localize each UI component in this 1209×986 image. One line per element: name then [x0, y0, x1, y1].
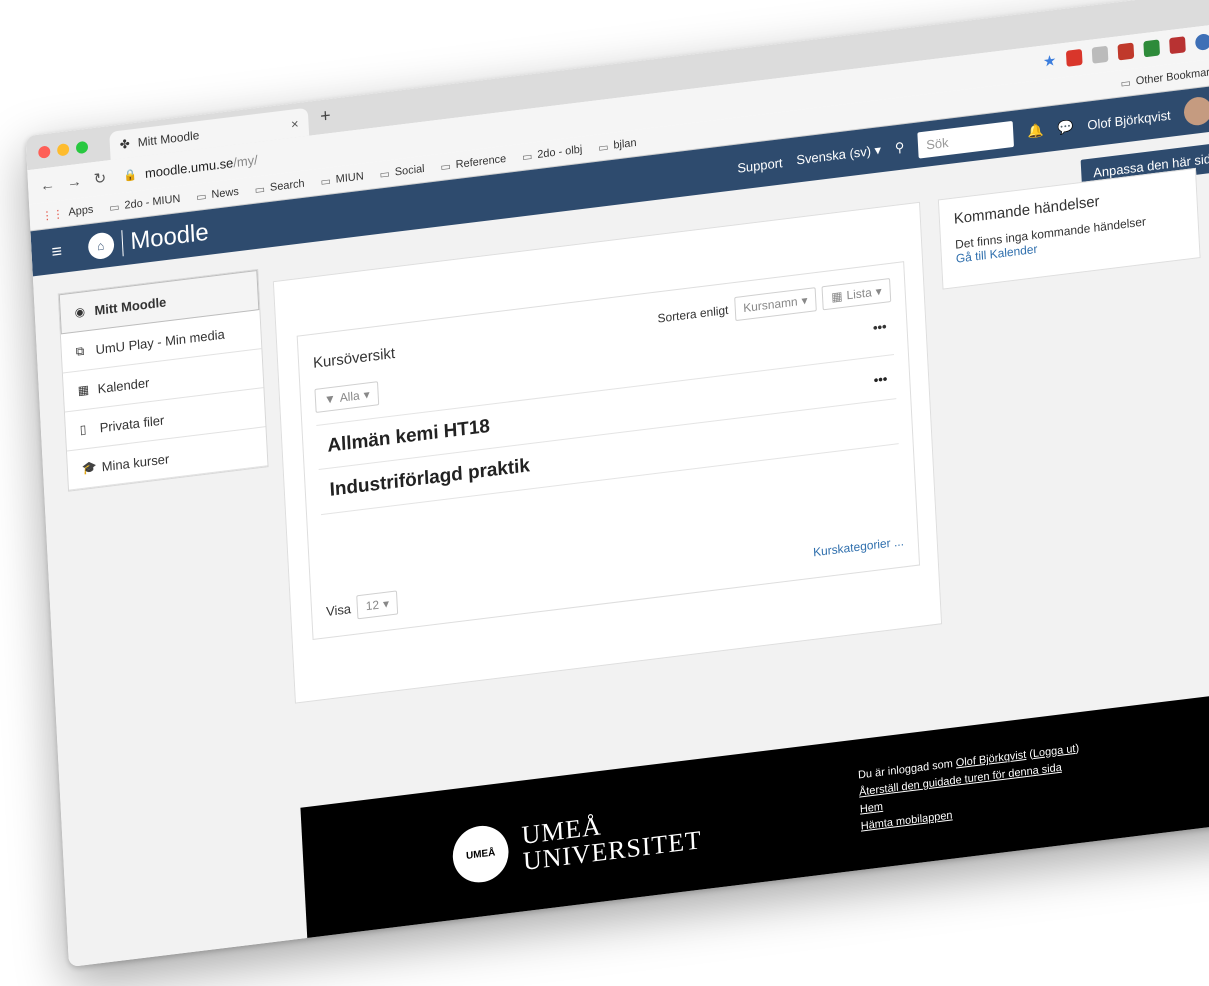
university-seal-icon: UMEÅ [451, 822, 510, 886]
chevron-down-icon: ▾ [363, 387, 370, 402]
lock-icon: 🔒 [123, 168, 138, 183]
logout-link[interactable]: Logga ut [1033, 743, 1076, 760]
language-menu[interactable]: Svenska (sv) ▾ [796, 142, 881, 168]
course-actions-icon[interactable]: ••• [873, 371, 887, 388]
tab-title: Mitt Moodle [137, 128, 200, 150]
back-icon[interactable]: ← [40, 176, 56, 195]
bookmark-folder[interactable]: ▭ Search [254, 177, 305, 197]
maximize-window-button[interactable] [75, 140, 89, 155]
bookmark-folder[interactable]: ▭ News [195, 185, 239, 204]
extension-icon[interactable] [1143, 39, 1161, 58]
chevron-down-icon: ▾ [875, 284, 883, 299]
notifications-bell-icon[interactable]: 🔔 [1027, 122, 1044, 140]
bookmark-folder[interactable]: ▭ 2do - olbj [521, 143, 583, 164]
folder-icon: ▭ [108, 200, 120, 215]
bookmark-folder[interactable]: ▭ Reference [440, 152, 506, 174]
new-tab-button[interactable]: + [320, 105, 332, 127]
block-actions-icon[interactable]: ••• [873, 319, 887, 336]
other-bookmarks[interactable]: ▭ Other Bookmarks [1120, 65, 1209, 90]
folder-icon: ▭ [254, 182, 266, 197]
university-seal-icon: ⌂ [87, 231, 115, 261]
apps-grid-icon: ⋮⋮ [41, 207, 64, 223]
messages-icon[interactable]: 💬 [1057, 118, 1074, 136]
folder-icon: ▭ [521, 150, 533, 164]
profile-avatar-icon[interactable] [1194, 33, 1209, 52]
hamburger-menu-icon[interactable]: ≡ [51, 240, 63, 262]
folder-icon: ▭ [379, 167, 391, 181]
search-input[interactable]: Sök [917, 120, 1015, 159]
footer-links: Du är inloggad som Olof Björkqvist (Logg… [858, 740, 1083, 835]
bookmark-star-icon[interactable]: ★ [1043, 51, 1057, 71]
minimize-window-button[interactable] [56, 143, 70, 157]
sort-label: Sortera enligt [657, 302, 729, 326]
file-icon: ▯ [79, 422, 87, 437]
home-link[interactable]: Hem [860, 801, 884, 816]
sort-controls: Sortera enligt Kursnamn ▾ ▦ Lista ▾ [657, 277, 892, 331]
extension-icon[interactable] [1117, 42, 1135, 61]
folder-icon: ▭ [597, 140, 609, 155]
umea-university-logo: UMEÅ UMEÅ UNIVERSITET [451, 799, 702, 886]
close-window-button[interactable] [38, 145, 51, 159]
moodle-favicon-icon: ✤ [119, 136, 131, 152]
show-count-dropdown[interactable]: 12 ▾ [356, 590, 399, 620]
course-overview-block: Kursöversikt Sortera enligt Kursnamn ▾ ▦ L… [296, 261, 921, 641]
user-name[interactable]: Olof Björkqvist [1087, 107, 1171, 132]
folder-icon: ▭ [1120, 76, 1132, 90]
chevron-down-icon: ▾ [801, 293, 808, 308]
bookmark-folder[interactable]: ▭ 2do - MIUN [109, 192, 181, 214]
bookmark-folder[interactable]: ▭ Social [379, 162, 425, 181]
window-controls [38, 140, 89, 159]
browser-window: ✤ Mitt Moodle × + ← → ↻ 🔒 moodle.umu.se /… [25, 0, 1209, 968]
support-link[interactable]: Support [737, 155, 783, 176]
course-categories-link[interactable]: Kurskategorier ... [813, 534, 904, 559]
show-label: Visa [325, 600, 352, 619]
filter-icon: ▼ [323, 391, 337, 407]
upcoming-events-block: Kommande händelser Det finns inga komman… [937, 167, 1201, 290]
chevron-down-icon: ▾ [382, 596, 390, 612]
folder-icon: ▭ [320, 174, 332, 189]
url-host: moodle.umu.se [144, 154, 234, 181]
brand-name: Moodle [129, 218, 210, 256]
main-region: Kursöversikt Sortera enligt Kursnamn ▾ ▦ L… [272, 201, 943, 704]
folder-icon: ▭ [440, 160, 452, 174]
bookmark-folder[interactable]: ▭ bjlan [598, 136, 637, 154]
search-icon[interactable]: ⚲ [895, 139, 905, 156]
filter-dropdown[interactable]: ▼ Alla ▾ [314, 381, 380, 413]
scene: ✤ Mitt Moodle × + ← → ↻ 🔒 moodle.umu.se /… [0, 0, 1209, 986]
folder-icon: ▭ [195, 190, 207, 204]
media-icon: ⧉ [75, 343, 85, 359]
dashboard-icon: ◉ [74, 304, 86, 320]
calendar-icon: ▦ [77, 382, 90, 398]
tab-close-icon[interactable]: × [291, 115, 299, 131]
page-footer: UMEÅ UMEÅ UNIVERSITET Du är inloggad som… [300, 687, 1209, 968]
bookmark-apps[interactable]: ⋮⋮ Apps [41, 203, 93, 223]
graduation-cap-icon: 🎓 [81, 460, 98, 476]
bookmark-folder[interactable]: ▭ MIUN [320, 170, 364, 188]
user-avatar[interactable] [1183, 95, 1209, 127]
extension-icon[interactable] [1091, 45, 1109, 64]
url-path: /my/ [232, 151, 258, 170]
extension-icon[interactable] [1065, 48, 1083, 67]
list-grid-icon: ▦ [830, 288, 843, 305]
university-name: UMEÅ UNIVERSITET [520, 811, 703, 877]
sort-dropdown[interactable]: Kursnamn ▾ [733, 287, 818, 322]
moodle-logo[interactable]: ⌂ Moodle [87, 219, 209, 262]
left-navigation: ◉ Mitt Moodle ⧉ UmU Play - Min media ▦ K… [57, 268, 269, 492]
logo-divider [120, 230, 124, 257]
show-count-control: Visa 12 ▾ [325, 590, 399, 623]
extension-icon[interactable] [1169, 36, 1186, 55]
view-dropdown[interactable]: ▦ Lista ▾ [821, 277, 892, 311]
block-title: Kursöversikt [312, 344, 396, 372]
reload-icon[interactable]: ↻ [93, 169, 106, 189]
forward-icon[interactable]: → [66, 172, 82, 191]
